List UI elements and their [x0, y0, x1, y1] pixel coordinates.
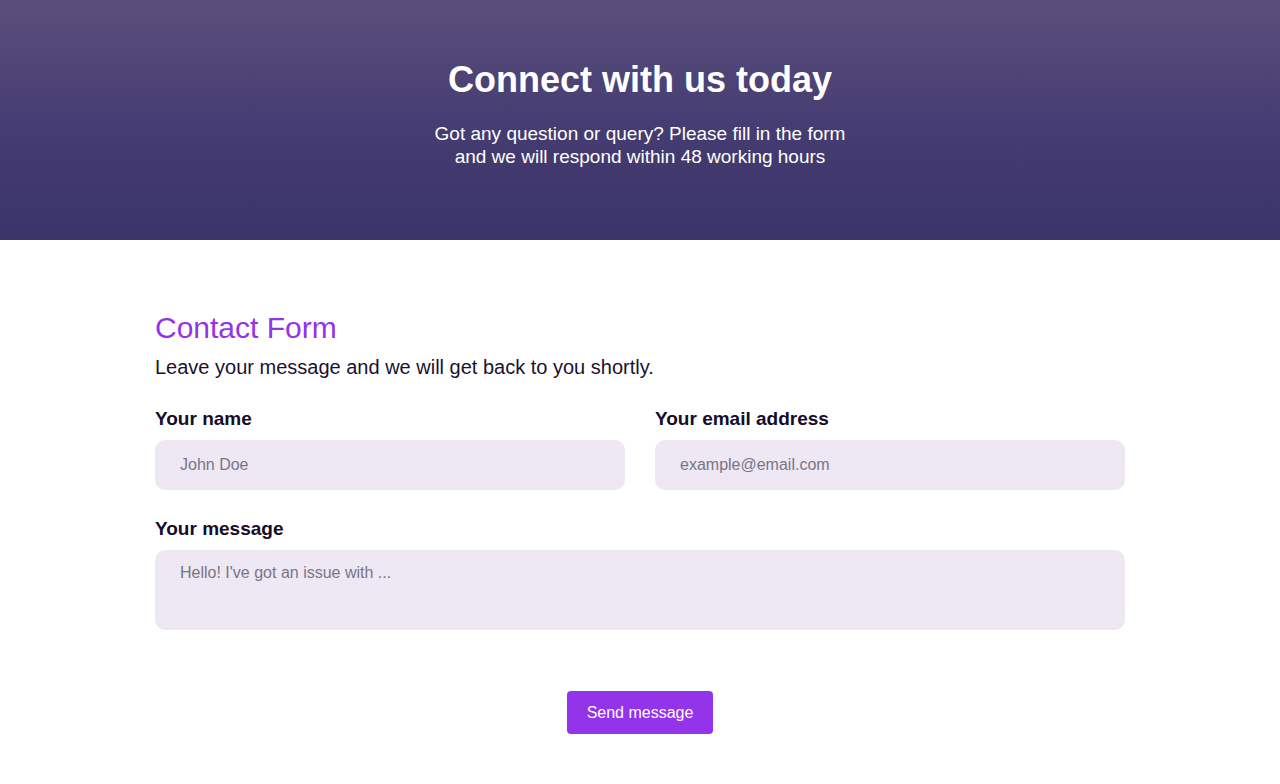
message-textarea[interactable] — [155, 550, 1125, 630]
hero-subtitle-line: and we will respond within 48 working ho… — [0, 145, 1280, 168]
text-input[interactable] — [655, 440, 1125, 490]
hero-subtitle: Got any question or query? Please fill i… — [0, 122, 1280, 168]
contact-form-section: Contact Form Leave your message and we w… — [0, 240, 1280, 774]
field-label: Your message — [155, 516, 1125, 542]
hero-subtitle-line: Got any question or query? Please fill i… — [0, 122, 1280, 145]
field-label: Your email address — [655, 406, 1125, 432]
contact-page: Connect with us today Got any question o… — [0, 0, 1280, 774]
hero-banner: Connect with us today Got any question o… — [0, 0, 1280, 240]
form-intro: Leave your message and we will get back … — [155, 354, 1125, 380]
form-actions: Send message — [155, 691, 1125, 734]
form-field: Your message — [155, 516, 1125, 630]
form-title: Contact Form — [155, 310, 1125, 346]
form-fields: Your name Your email address Your messag… — [155, 406, 1125, 630]
hero-title: Connect with us today — [0, 58, 1280, 102]
form-field: Your email address — [655, 406, 1125, 490]
form-field: Your name — [155, 406, 625, 490]
field-label: Your name — [155, 406, 625, 432]
text-input[interactable] — [155, 440, 625, 490]
send-button[interactable]: Send message — [567, 691, 714, 734]
